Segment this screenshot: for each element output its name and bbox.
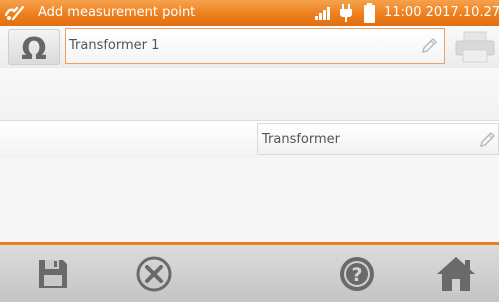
home-button[interactable] xyxy=(435,254,477,294)
bottom-toolbar: ? xyxy=(0,245,499,302)
point-type-value: Transformer xyxy=(262,132,341,147)
status-bar: Add measurement point 11:00 2017.10.27 xyxy=(0,0,499,26)
save-icon xyxy=(39,260,67,288)
home-icon xyxy=(437,257,475,291)
help-icon: ? xyxy=(340,257,374,291)
cancel-icon xyxy=(136,256,172,292)
point-type-input[interactable]: Transformer xyxy=(257,123,499,155)
svg-text:?: ? xyxy=(351,264,362,286)
empty-area xyxy=(0,158,499,243)
pencil-icon[interactable] xyxy=(478,131,496,149)
screen-title: Add measurement point xyxy=(38,5,196,20)
pencil-icon[interactable] xyxy=(420,37,438,55)
battery-icon xyxy=(364,3,375,23)
signal-icon xyxy=(315,6,333,20)
point-name-value: Transformer 1 xyxy=(69,38,160,53)
save-button[interactable] xyxy=(36,254,70,294)
name-row: Ω Transformer 1 xyxy=(0,26,499,69)
point-type-row: Transformer xyxy=(0,120,499,159)
cancel-button[interactable] xyxy=(134,254,174,294)
clock-display: 11:00 2017.10.27 xyxy=(384,5,499,20)
svg-text:Ω: Ω xyxy=(21,32,47,65)
help-button[interactable]: ? xyxy=(337,254,377,294)
print-button[interactable] xyxy=(452,30,498,64)
printer-icon xyxy=(455,31,495,63)
empty-row xyxy=(0,68,499,120)
point-name-input[interactable]: Transformer 1 xyxy=(65,28,445,64)
omega-icon: Ω xyxy=(8,29,60,67)
form-area: Ω Transformer 1 Transformer xyxy=(0,26,499,243)
plug-icon xyxy=(340,4,352,22)
measurement-icon xyxy=(4,3,26,23)
measurement-type-button[interactable]: Ω xyxy=(8,29,60,67)
